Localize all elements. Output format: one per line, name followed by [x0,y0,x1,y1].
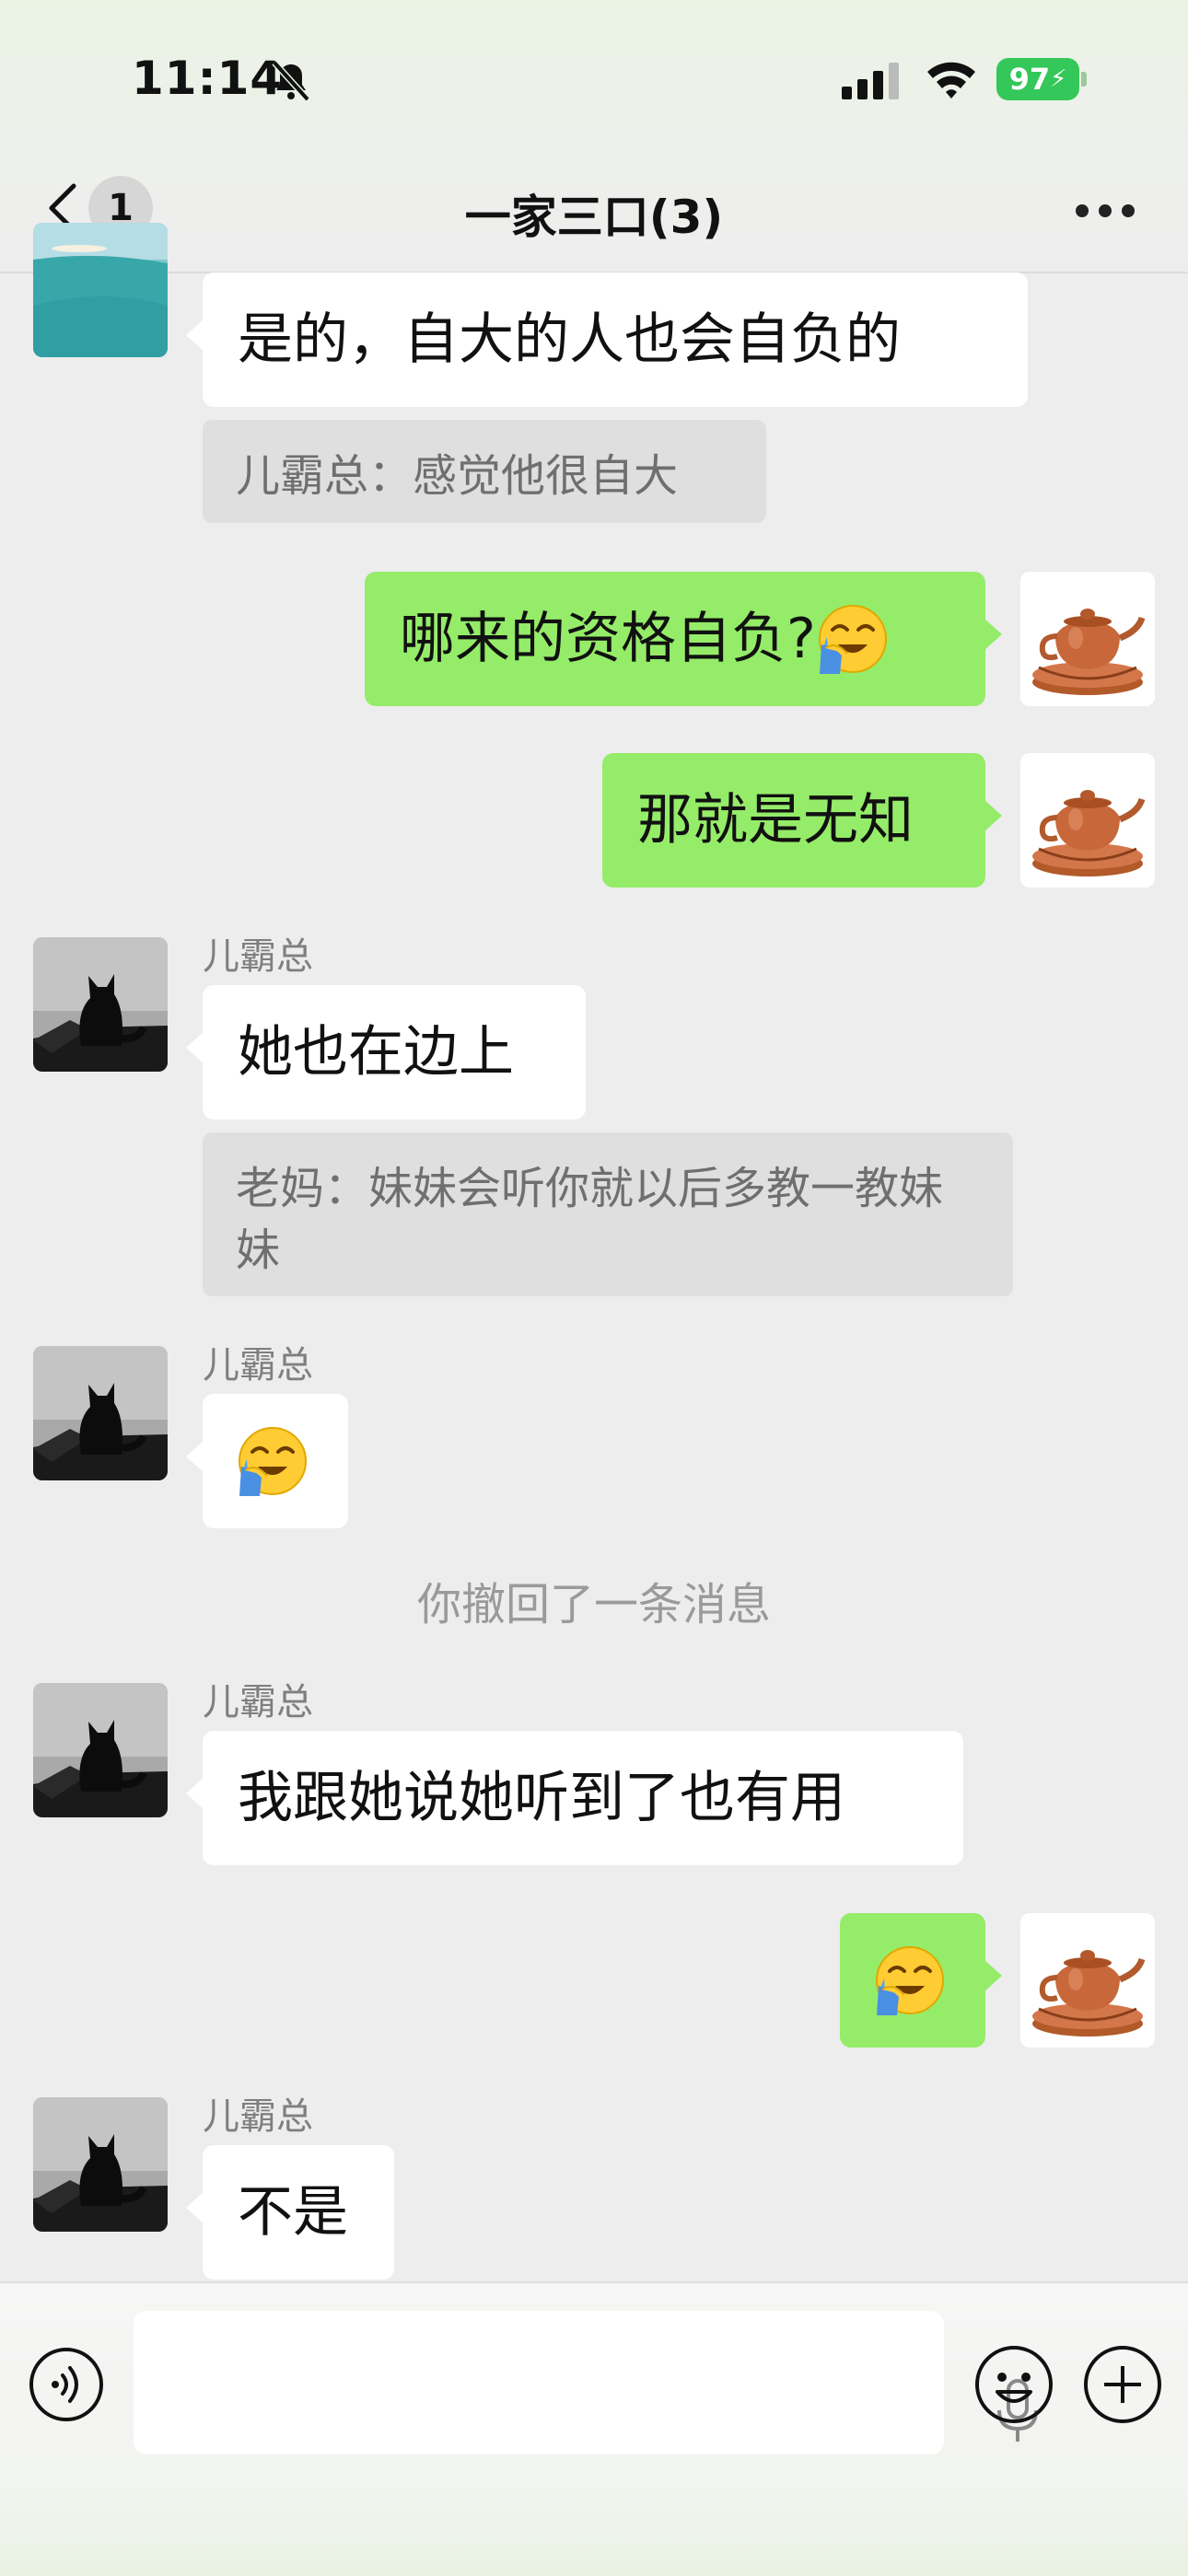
quote-text: 老妈：妹妹会听你就以后多教一教妹妹 [236,1163,944,1277]
message-bubble-self[interactable] [840,1913,1002,2048]
recall-notice: 你撤回了一条消息 [416,1579,771,1630]
quoted-reply[interactable]: 儿霸总：感觉他很自大 [203,420,766,523]
message-text: 哪来的资格自负? [400,607,816,671]
avatar-sender-cat[interactable] [33,1346,168,1480]
avatar-sender-cat[interactable] [33,1683,168,1817]
message-bubble[interactable]: 不是 [186,2145,394,2280]
beach-avatar-image [33,223,168,357]
message-text: 我跟她说她听到了也有用 [238,1766,845,1830]
cat-avatar-image [33,1346,168,1480]
message-bubble[interactable] [186,1394,348,1528]
sender-name: 儿霸总 [203,1681,313,1723]
message-input[interactable] [134,2311,1038,2454]
facepalm-emoji-icon [816,602,890,676]
mute-bell-icon [272,60,310,102]
emoji-picker-icon[interactable] [973,2344,1054,2425]
sender-name: 儿霸总 [203,935,313,978]
battery-tip [1081,72,1087,87]
top-bar: 11:14 97 ⚡ 1 一家三口(3) [0,0,1188,273]
cellular-signal-icon [842,63,899,99]
avatar-self[interactable] [1020,1913,1155,2048]
message-bubble[interactable]: 我跟她说她听到了也有用 [186,1731,963,1865]
input-bar [0,2281,1188,2576]
message-text: 她也在边上 [238,1020,514,1085]
status-time: 11:14 [132,52,284,105]
avatar-self[interactable] [1020,753,1155,888]
more-options-button[interactable] [1068,180,1142,236]
quote-text: 儿霸总：感觉他很自大 [236,450,679,502]
sender-name: 儿霸总 [203,1344,313,1387]
quoted-reply[interactable]: 老妈：妹妹会听你就以后多教一教妹妹 [203,1132,1013,1296]
message-bubble[interactable]: 她也在边上 [186,985,586,1120]
cat-avatar-image [33,937,168,1072]
avatar-sender-beach[interactable] [33,223,168,357]
battery-indicator: 97 ⚡ [996,58,1079,100]
add-attachment-icon[interactable] [1082,2344,1163,2425]
battery-level: 97 [1008,62,1051,97]
chat-title: 一家三口(3) [464,191,724,244]
avatar-self[interactable] [1020,572,1155,706]
teapot-avatar-image [1020,753,1155,888]
cat-avatar-image [33,2097,168,2232]
sender-name: 儿霸总 [203,2095,313,2138]
cat-avatar-image [33,1683,168,1817]
avatar-sender-cat[interactable] [33,937,168,1072]
message-bubble-self[interactable]: 那就是无知 [602,753,1002,888]
message-text: 是的，自大的人也会自负的 [238,307,901,372]
message-bubble-self[interactable]: 哪来的资格自负? [365,572,1002,706]
wifi-icon [927,62,975,99]
voice-input-icon[interactable] [28,2346,105,2423]
message-text: 那就是无知 [637,788,914,853]
avatar-sender-cat[interactable] [33,2097,168,2232]
facepalm-emoji-icon [873,1944,947,2017]
teapot-avatar-image [1020,1913,1155,2048]
facepalm-emoji-icon [236,1424,309,1498]
message-text: 不是 [238,2180,348,2245]
teapot-avatar-image [1020,572,1155,706]
message-bubble[interactable]: 是的，自大的人也会自负的 [186,273,1028,407]
